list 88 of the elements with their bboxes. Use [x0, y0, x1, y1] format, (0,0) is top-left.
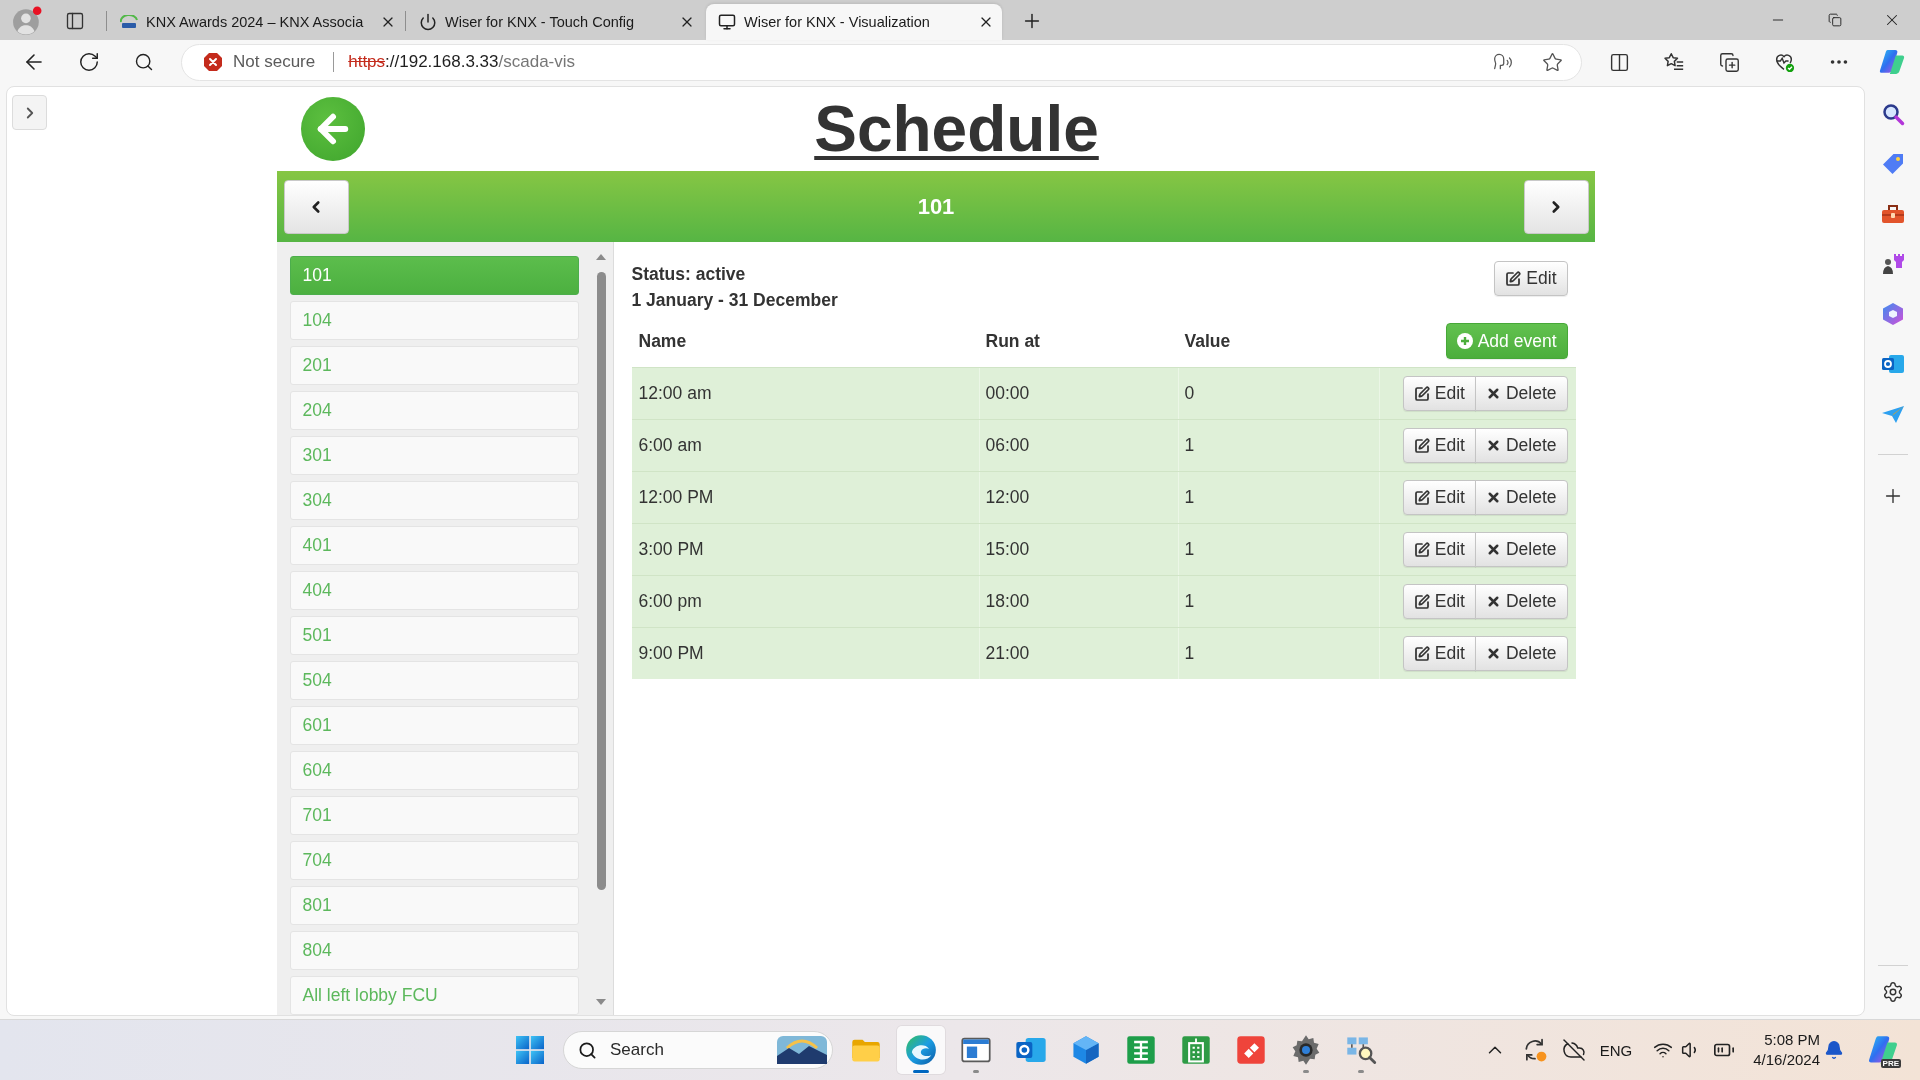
magnifier-icon[interactable]: [1880, 102, 1905, 126]
delete-button[interactable]: Delete: [1474, 532, 1568, 567]
active-indicator-icon: [913, 1070, 929, 1073]
network-search-icon[interactable]: [1345, 1034, 1377, 1066]
browser-icon[interactable]: [905, 1034, 937, 1066]
edit-button[interactable]: Edit: [1402, 584, 1476, 619]
diamond-app-icon[interactable]: [1235, 1034, 1267, 1066]
event-name-cell-text: 6:00 am: [637, 434, 703, 457]
spreadsheet-icon[interactable]: [1125, 1034, 1157, 1066]
split-screen-icon[interactable]: [1608, 51, 1630, 73]
star-list-icon[interactable]: [1663, 51, 1685, 73]
event-name-cell-text: 9:00 PM: [637, 642, 705, 665]
address-field[interactable]: Not secure https://192.168.3.33/scada-vis: [181, 43, 1582, 81]
date-range-text: 1 January - 31 December: [631, 289, 838, 312]
page-title: Schedule: [813, 97, 1100, 161]
edit-icon: [1413, 385, 1430, 402]
clock-time[interactable]: 5:08 PM: [1764, 1030, 1820, 1050]
language-indicator[interactable]: ENG: [1599, 1041, 1633, 1059]
status-text: Status: active: [631, 263, 747, 286]
edit-button[interactable]: Edit: [1402, 480, 1476, 515]
preview-badge: PRE: [1880, 1059, 1901, 1068]
edit-icon: [1413, 593, 1430, 610]
edit-icon: [1413, 489, 1430, 506]
error-icon: [203, 52, 223, 72]
delete-button[interactable]: Delete: [1474, 428, 1568, 463]
hexagon-logo-icon[interactable]: [1880, 302, 1905, 326]
browser-tab[interactable]: Wiser for KNX - Visualization: [706, 4, 1002, 40]
cloud-off-icon[interactable]: [1561, 1038, 1586, 1062]
tab-actions-icon[interactable]: [65, 11, 85, 31]
delete-button[interactable]: Delete: [1474, 480, 1568, 515]
value-cell: 1: [1177, 628, 1379, 679]
read-aloud-icon[interactable]: [1493, 52, 1513, 72]
expand-button[interactable]: [12, 95, 47, 130]
url-text: https://192.168.3.33/scada-vis: [348, 52, 577, 72]
event-name-cell-text: 12:00 PM: [637, 486, 715, 509]
profile-avatar-icon[interactable]: [12, 6, 42, 36]
wifi-icon[interactable]: [1653, 1040, 1674, 1060]
chess-pieces-icon[interactable]: [1880, 252, 1905, 276]
landscape-icon: [777, 1036, 827, 1064]
search-icon[interactable]: [134, 52, 154, 72]
building-chart-icon[interactable]: [1180, 1034, 1212, 1066]
bell-icon[interactable]: [1824, 1040, 1844, 1060]
edit-button[interactable]: Edit: [1402, 428, 1476, 463]
delete-button[interactable]: Delete: [1474, 584, 1568, 619]
event-name-cell-text: 12:00 am: [637, 382, 713, 405]
edit-button[interactable]: Edit: [1402, 636, 1476, 671]
settings-icon[interactable]: [1881, 981, 1904, 1003]
collections-icon[interactable]: [1718, 51, 1740, 73]
clock-date[interactable]: 4/16/2024: [1753, 1050, 1820, 1070]
column-header: Run at: [984, 329, 1041, 353]
nav-title: 101: [917, 193, 955, 220]
cube-icon[interactable]: [1070, 1034, 1102, 1066]
restore-icon[interactable]: [1827, 13, 1842, 27]
scroll-up-icon[interactable]: [596, 254, 606, 260]
delete-button[interactable]: Delete: [1474, 636, 1568, 671]
monitor-icon: [718, 13, 736, 31]
edit-button[interactable]: Edit: [1494, 261, 1568, 296]
edit-icon: [1413, 541, 1430, 558]
copilot-icon[interactable]: [1879, 49, 1905, 75]
delete-button[interactable]: Delete: [1474, 376, 1568, 411]
power-icon: [419, 13, 437, 31]
tag-icon[interactable]: [1880, 152, 1905, 176]
browser-tab[interactable]: KNX Awards 2024 – KNX Associa: [108, 4, 404, 40]
gear-icon[interactable]: [1290, 1034, 1322, 1066]
column-header: Name: [637, 329, 688, 353]
heart-pulse-icon[interactable]: [1773, 51, 1795, 73]
column-header: Value: [1183, 329, 1232, 353]
refresh-icon[interactable]: [78, 51, 100, 73]
edit-button[interactable]: Edit: [1402, 376, 1476, 411]
event-name-cell-text: 6:00 pm: [637, 590, 703, 613]
edit-icon: [1413, 645, 1430, 662]
toolbox-icon[interactable]: [1880, 202, 1905, 226]
copilot-icon[interactable]: [1868, 1035, 1898, 1065]
event-name-cell-text: 3:00 PM: [637, 538, 705, 561]
run-time-cell: 21:00: [978, 628, 1178, 679]
edit-icon: [1505, 270, 1522, 287]
plus-circle-icon: [1456, 333, 1473, 349]
start-icon[interactable]: [516, 1036, 544, 1064]
edit-button[interactable]: Edit: [1402, 532, 1476, 567]
search-icon: [578, 1041, 597, 1060]
edit-icon: [1413, 437, 1430, 454]
site-info-button[interactable]: Not secure: [195, 47, 324, 77]
logo-icon: [120, 15, 138, 29]
scroll-down-icon[interactable]: [596, 999, 606, 1005]
mail-app-icon[interactable]: [1880, 352, 1905, 376]
star-icon[interactable]: [1541, 51, 1563, 73]
browser-tab[interactable]: Wiser for KNX - Touch Config: [407, 4, 703, 40]
scrollbar-thumb[interactable]: [596, 272, 606, 890]
